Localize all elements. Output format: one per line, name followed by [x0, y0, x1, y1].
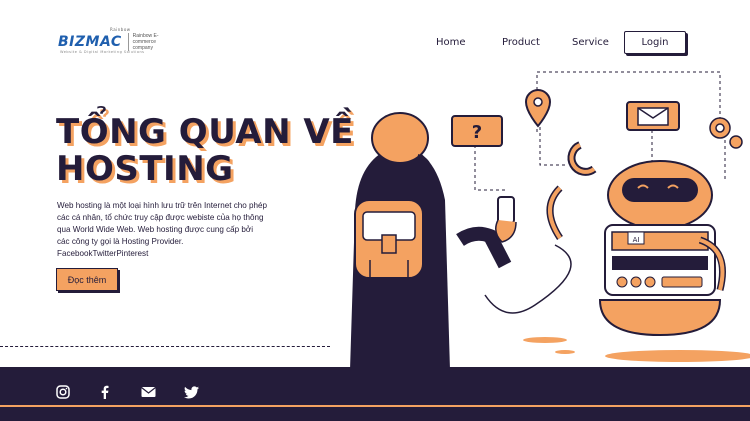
twitter-icon[interactable]	[183, 384, 199, 400]
nav-service[interactable]: Service	[572, 37, 609, 48]
login-button[interactable]: Login	[624, 31, 686, 54]
ground-shadow	[605, 350, 750, 362]
mail-icon	[626, 101, 680, 131]
person-illustration	[350, 112, 517, 370]
question-icon: ?	[451, 115, 503, 147]
ground-dashed-line	[0, 346, 330, 347]
social-share-links[interactable]: FacebookTwitterPinterest	[57, 248, 148, 260]
instagram-icon[interactable]	[55, 384, 71, 400]
logo-sup: Rainbow	[110, 27, 131, 32]
brand-logo[interactable]: BIZMAC Rainbow Website & Digital Marketi…	[58, 27, 167, 54]
footer-accent-line	[0, 405, 750, 407]
hero-description: Web hosting là một loại hình lưu trữ trê…	[57, 201, 268, 246]
gear-icon	[709, 117, 743, 149]
robot-illustration: AI	[484, 141, 726, 337]
mail-icon[interactable]	[140, 384, 156, 400]
logo-tagline: Rainbow E-commerce company	[132, 33, 159, 51]
svg-text:?: ?	[472, 122, 482, 143]
nav-product[interactable]: Product	[502, 37, 540, 48]
location-pin-icon	[524, 88, 552, 128]
facebook-icon[interactable]	[97, 384, 113, 400]
hero-illustration: ? AI	[350, 71, 750, 370]
svg-text:AI: AI	[633, 236, 640, 244]
logo-sub: Website & Digital Marketing Solutions	[60, 50, 145, 54]
nav-home[interactable]: Home	[436, 37, 466, 48]
logo-divider	[127, 33, 129, 51]
logo-wordmark: BIZMAC Rainbow Website & Digital Marketi…	[58, 27, 145, 54]
read-more-button[interactable]: Đọc thêm	[56, 268, 118, 291]
